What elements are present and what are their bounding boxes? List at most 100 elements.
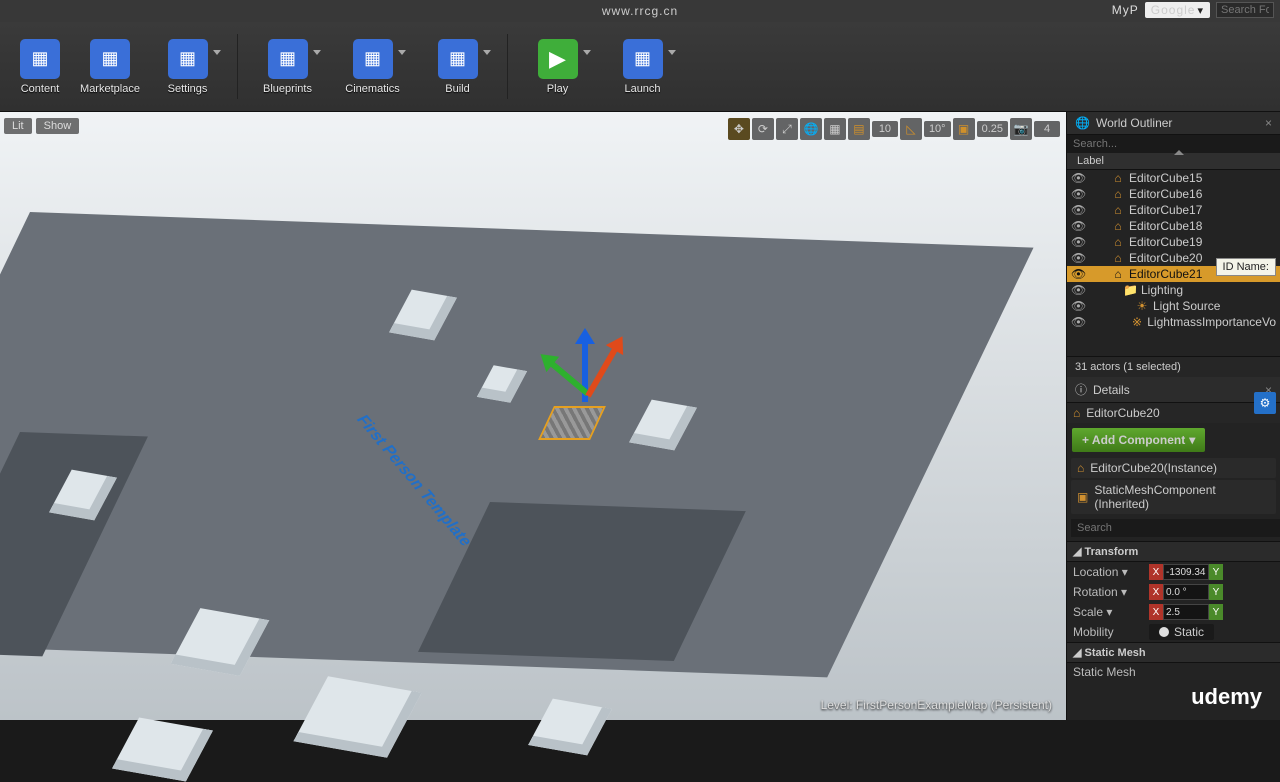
browser-search-input[interactable] <box>1216 2 1274 18</box>
outliner-tooltip: ID Name: <box>1216 258 1276 276</box>
toolbar-content-button[interactable]: ▦Content <box>10 28 70 105</box>
static-mesh-row[interactable]: Static Mesh <box>1067 663 1280 681</box>
section-transform[interactable]: ◢ Transform <box>1067 541 1280 562</box>
outliner-row[interactable]: 👁※LightmassImportanceVo <box>1067 314 1280 330</box>
transform-move-icon[interactable]: ✥ <box>728 118 750 140</box>
actor-name-label: Lighting <box>1141 283 1183 297</box>
outliner-row[interactable]: 👁⌂EditorCube19 <box>1067 234 1280 250</box>
details-actor-name[interactable]: ⌂ EditorCube20 <box>1067 403 1280 423</box>
toolbar-settings-button[interactable]: ▦Settings <box>150 28 225 105</box>
viewport-mode-chip[interactable]: Lit <box>4 118 32 134</box>
brand-watermark: udemy <box>1191 684 1262 710</box>
chevron-down-icon <box>668 50 676 55</box>
viewport[interactable]: Lit Show ✥ ⟳ ⤢ 🌐 ▦ ▤ 10 ◺ 10° ▣ 0.25 📷 4 <box>0 112 1066 720</box>
component-row[interactable]: ⌂EditorCube20(Instance) <box>1071 458 1276 478</box>
visibility-icon[interactable]: 👁 <box>1071 283 1085 297</box>
details-search-input[interactable] <box>1071 519 1280 537</box>
component-icon: ⌂ <box>1077 461 1084 475</box>
mobility-static-option[interactable]: Static <box>1149 624 1214 640</box>
toolbar-label: Cinematics <box>345 83 399 95</box>
visibility-icon[interactable]: 👁 <box>1071 251 1085 265</box>
details-body: ⌂EditorCube20(Instance)▣StaticMeshCompon… <box>1067 457 1280 720</box>
transform-rotate-icon[interactable]: ⟳ <box>752 118 774 140</box>
grid-snap-icon[interactable]: ▤ <box>848 118 870 140</box>
visibility-icon[interactable]: 👁 <box>1071 203 1085 217</box>
blueprint-edit-button[interactable]: ⚙ <box>1254 392 1276 414</box>
page-url: www.rrcg.cn <box>602 4 678 18</box>
visibility-icon[interactable]: 👁 <box>1071 299 1085 313</box>
rotation-x-input[interactable] <box>1163 584 1209 600</box>
angle-snap-icon[interactable]: ◺ <box>900 118 922 140</box>
viewport-show-chip[interactable]: Show <box>36 118 80 134</box>
visibility-icon[interactable]: 👁 <box>1071 171 1085 185</box>
user-label: MyP <box>1112 3 1139 17</box>
visibility-icon[interactable]: 👁 <box>1071 267 1085 281</box>
toolbar-label: Blueprints <box>263 83 312 95</box>
toolbar-play-button[interactable]: ▶Play <box>520 28 595 105</box>
location-x-input[interactable] <box>1163 564 1209 580</box>
grid-snap-value[interactable]: 10 <box>872 121 898 137</box>
actor-name-label: Light Source <box>1153 299 1220 313</box>
toolbar-label: Build <box>445 83 469 95</box>
visibility-icon[interactable]: 👁 <box>1071 315 1085 329</box>
coord-toggle-icon[interactable]: 🌐 <box>800 118 822 140</box>
chevron-down-icon <box>398 50 406 55</box>
location-row: Location ▾XY <box>1067 562 1280 582</box>
actor-type-icon: ⌂ <box>1111 203 1125 217</box>
outliner-status: 31 actors (1 selected) <box>1067 356 1280 377</box>
info-icon: ⓘ <box>1075 381 1087 398</box>
actor-type-icon: ⌂ <box>1111 267 1125 281</box>
globe-icon: 🌐 <box>1075 116 1090 130</box>
rotation-row: Rotation ▾XY <box>1067 582 1280 602</box>
outliner-row[interactable]: 👁 ☀ Light Source <box>1067 298 1280 314</box>
toolbar-launch-button[interactable]: ▦Launch <box>605 28 680 105</box>
actor-type-icon: ☀ <box>1135 299 1149 313</box>
close-icon[interactable]: × <box>1265 116 1272 130</box>
angle-snap-value[interactable]: 10° <box>924 121 951 137</box>
camera-speed-value[interactable]: 4 <box>1034 121 1060 137</box>
visibility-icon[interactable]: 👁 <box>1071 219 1085 233</box>
camera-speed-icon[interactable]: 📷 <box>1010 118 1032 140</box>
visibility-icon[interactable]: 👁 <box>1071 187 1085 201</box>
toolbar-icon: ▦ <box>438 39 478 79</box>
chevron-down-icon <box>313 50 321 55</box>
toolbar-blueprints-button[interactable]: ▦Blueprints <box>250 28 325 105</box>
level-status: Level: FirstPersonExampleMap (Persistent… <box>821 698 1052 712</box>
actor-name-label: EditorCube20 <box>1129 251 1202 265</box>
outliner-header-label[interactable]: Label <box>1067 153 1280 170</box>
toolbar-marketplace-button[interactable]: ▦ Marketplace <box>80 28 140 105</box>
browser-address-bar: www.rrcg.cn MyP Google▾ <box>0 0 1280 22</box>
details-title: Details <box>1093 383 1130 397</box>
outliner-row[interactable]: 👁⌂EditorCube17 <box>1067 202 1280 218</box>
component-row[interactable]: ▣StaticMeshComponent (Inherited) <box>1071 480 1276 514</box>
scale-x-input[interactable] <box>1163 604 1209 620</box>
outliner-row[interactable]: 👁⌂EditorCube18 <box>1067 218 1280 234</box>
gear-icon: ⚙ <box>1260 396 1271 410</box>
chevron-down-icon <box>583 50 591 55</box>
toolbar-build-button[interactable]: ▦ Build <box>420 28 495 105</box>
visibility-icon[interactable]: 👁 <box>1071 235 1085 249</box>
actor-type-icon: ⌂ <box>1111 251 1125 265</box>
toolbar-cinematics-button[interactable]: ▦Cinematics <box>335 28 410 105</box>
transform-scale-icon[interactable]: ⤢ <box>776 118 798 140</box>
toolbar-icon: ▦ <box>168 39 208 79</box>
outliner-row[interactable]: 👁⌂EditorCube16 <box>1067 186 1280 202</box>
add-component-button[interactable]: + Add Component▾ <box>1072 428 1205 452</box>
actor-name-label: EditorCube18 <box>1129 219 1202 233</box>
outliner-row[interactable]: 👁📁Lighting <box>1067 282 1280 298</box>
toolbar-label: Marketplace <box>80 83 140 95</box>
world-outliner-tab[interactable]: 🌐 World Outliner × <box>1067 112 1280 135</box>
actor-name-label: EditorCube15 <box>1129 171 1202 185</box>
component-icon: ▣ <box>1077 490 1088 504</box>
scale-snap-icon[interactable]: ▣ <box>953 118 975 140</box>
toolbar-icon: ▦ <box>90 39 130 79</box>
surface-snap-icon[interactable]: ▦ <box>824 118 846 140</box>
outliner-row[interactable]: 👁⌂EditorCube15 <box>1067 170 1280 186</box>
google-dropdown[interactable]: Google▾ <box>1145 2 1210 18</box>
actor-name-label: EditorCube19 <box>1129 235 1202 249</box>
details-tab[interactable]: ⓘ Details × <box>1067 377 1280 403</box>
scale-snap-value[interactable]: 0.25 <box>977 121 1008 137</box>
section-static-mesh[interactable]: ◢ Static Mesh <box>1067 642 1280 663</box>
transform-gizmo[interactable] <box>545 342 625 452</box>
scale-row: Scale ▾XY <box>1067 602 1280 622</box>
